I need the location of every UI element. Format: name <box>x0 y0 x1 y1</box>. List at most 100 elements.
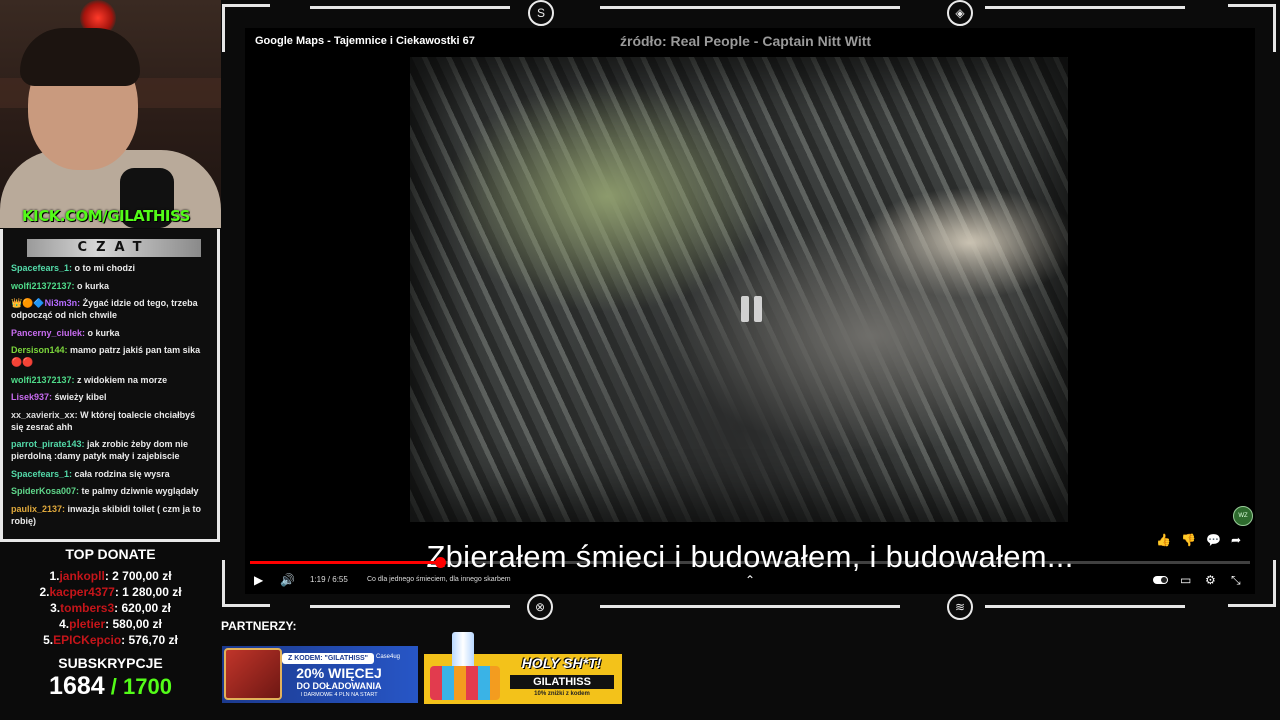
donation-name: tombers3 <box>60 601 115 615</box>
video-title[interactable]: Google Maps - Tajemnice i Ciekawostki 67 <box>255 35 475 47</box>
frame-corner-line <box>1228 604 1276 607</box>
chat-message: Spacefears_1: o to mi chodzi <box>11 262 209 274</box>
treasure-chest-icon <box>224 648 282 700</box>
chat-message: Pancerny_ciulek: o kurka <box>11 327 209 339</box>
volume-icon[interactable]: 🔊 <box>280 571 295 589</box>
donation-amount: : 580,00 zł <box>105 617 162 631</box>
chat-text: z widokiem na morze <box>74 374 168 385</box>
chat-message: 👑🟠🔷Ni3m3n: Żygać idzie od tego, trzeba o… <box>11 297 209 321</box>
frame-top-line <box>985 6 1185 9</box>
pause-icon[interactable] <box>741 296 763 322</box>
chat-message: Dersison144: mamo patrz jakiś pan tam si… <box>11 344 209 368</box>
chat-username[interactable]: Dersison144: <box>11 345 68 355</box>
chat-username[interactable]: wolfi21372137: <box>11 281 75 291</box>
frame-top-line <box>310 6 510 9</box>
subs-goal: / 1700 <box>104 674 172 699</box>
streamer-hair <box>20 28 140 86</box>
chat-message: wolfi21372137: o kurka <box>11 280 209 292</box>
donation-row: 2.kacper4377: 1 280,00 zł <box>0 584 221 600</box>
ad1-line2: DO DOŁADOWANIA <box>296 681 382 691</box>
donation-name: pletier <box>69 617 106 631</box>
chat-message-list: Spacefears_1: o to mi chodzi wolfi2137213… <box>11 262 209 532</box>
play-icon[interactable]: ▶ <box>254 571 263 589</box>
subs-counter: 1684 / 1700 <box>0 672 221 701</box>
chat-message: Lisek937: świeży kibel <box>11 391 209 403</box>
chat-message: xx_xavierix_xx: W której toalecie chciał… <box>11 409 209 433</box>
donation-amount: : 1 280,00 zł <box>114 585 182 599</box>
chat-message: Spacefears_1: cała rodzina się wysra <box>11 468 209 480</box>
progress-scrubber[interactable] <box>435 557 446 568</box>
ad2-headline: HOLY SH*T! <box>521 655 602 671</box>
chat-username[interactable]: Pancerny_ciulek: <box>11 328 85 338</box>
frame-corner-line <box>1273 4 1276 52</box>
video-frame[interactable] <box>410 57 1068 522</box>
kick-handle: KICK.COM/GILATHISS <box>22 207 190 225</box>
donation-row: 1.jankopll: 2 700,00 zł <box>0 568 221 584</box>
ad1-code: Z KODEM: "GILATHISS" <box>282 653 374 664</box>
subs-current: 1684 <box>49 672 105 700</box>
donation-amount: : 2 700,00 zł <box>104 569 172 583</box>
exit-fullscreen-icon[interactable]: ⤡ <box>1231 571 1241 589</box>
subtitles-icon[interactable]: ▭ <box>1180 571 1191 589</box>
frame-corner-line <box>222 604 270 607</box>
chapter-title[interactable]: Co dla jednego śmieciem, dla innego skar… <box>367 571 511 589</box>
chevron-up-icon[interactable]: ⌃ <box>745 571 755 589</box>
chat-username[interactable]: xx_xavierix_xx: <box>11 410 78 420</box>
chat-username[interactable]: wolfi21372137: <box>11 375 75 385</box>
video-source-caption: źródło: Real People - Captain Nitt Witt <box>620 33 872 49</box>
chat-username[interactable]: parrot_pirate143: <box>11 439 85 449</box>
chat-text: te palmy dziwnie wyglądały <box>79 486 199 496</box>
donation-row: 5.EPICKepcio: 576,70 zł <box>0 632 221 648</box>
donation-name: jankopll <box>59 569 105 583</box>
donation-amount: : 620,00 zł <box>114 601 171 615</box>
channel-watermark-icon[interactable]: WZ <box>1233 506 1253 526</box>
video-subtitle: Zbierałem śmieci i budowałem, i budowałe… <box>426 539 1074 574</box>
donation-name: EPICKepcio <box>53 633 122 647</box>
frame-bottom-line <box>310 605 510 608</box>
ad1-headline: 20% WIĘCEJ <box>296 665 382 681</box>
donation-row: 3.tombers3: 620,00 zł <box>0 600 221 616</box>
chat-username[interactable]: SpiderKosa007: <box>11 486 79 496</box>
webcam-feed <box>0 0 221 228</box>
partners-title: PARTNERZY: <box>221 619 297 633</box>
settings-gear-icon[interactable]: ⚙ <box>1205 571 1216 589</box>
progress-played <box>250 561 440 564</box>
donation-amount: : 576,70 zł <box>121 633 178 647</box>
time-display: 1:19 / 6:55 <box>310 575 348 584</box>
top-donate-title: TOP DONATE <box>65 546 156 562</box>
chat-message: wolfi21372137: z widokiem na morze <box>11 374 209 386</box>
ad1-brand: Case4ug <box>376 654 401 660</box>
progress-bar[interactable] <box>250 557 1250 568</box>
chat-username[interactable]: Lisek937: <box>11 392 52 402</box>
frame-corner-line <box>222 4 270 7</box>
autoplay-toggle[interactable] <box>1153 576 1168 584</box>
ad1-line3: I DARMOWE 4 PLN NA START <box>300 692 378 698</box>
partner-ad-case[interactable]: Z KODEM: "GILATHISS" Case4ug 20% WIĘCEJ … <box>222 646 418 703</box>
chat-username[interactable]: Spacefears_1: <box>11 469 72 479</box>
chat-text: świeży kibel <box>52 392 107 402</box>
frame-top-line <box>600 6 900 9</box>
donation-list: 1.jankopll: 2 700,00 zł 2.kacper4377: 1 2… <box>0 568 221 648</box>
chat-text: o kurka <box>85 327 120 338</box>
frame-bottom-line <box>600 605 900 608</box>
crosshair-emblem-icon: ◈ <box>947 0 973 26</box>
chat-username[interactable]: paulix_2137: <box>11 504 65 514</box>
frame-corner-line <box>222 4 225 52</box>
frame-corner-line <box>1273 560 1276 607</box>
donation-name: kacper4377 <box>49 585 115 599</box>
frame-corner-line <box>222 560 225 607</box>
ad2-code: GILATHISS <box>510 675 614 689</box>
chat-username[interactable]: Spacefears_1: <box>11 263 72 273</box>
chat-message: paulix_2137: inwazja skibidi toilet ( cz… <box>11 503 209 527</box>
video-player[interactable]: Google Maps - Tajemnice i Ciekawostki 67… <box>245 28 1255 594</box>
chat-text: cała rodzina się wysra <box>72 468 170 479</box>
chat-username[interactable]: 👑🟠🔷Ni3m3n: <box>11 298 80 308</box>
donation-rank: 3. <box>50 601 61 615</box>
donation-row: 4.pletier: 580,00 zł <box>0 616 221 632</box>
chat-panel: CZAT Spacefears_1: o to mi chodzi wolfi21… <box>0 229 220 542</box>
frame-corner-line <box>1228 4 1276 7</box>
subs-label: SUBSKRYPCJE <box>58 655 163 671</box>
donation-rank: 4. <box>59 617 70 631</box>
frame-bottom-line <box>985 605 1185 608</box>
partner-ad-holy[interactable]: HOLY SH*T! GILATHISS 10% zniżki z kodem <box>424 632 622 704</box>
